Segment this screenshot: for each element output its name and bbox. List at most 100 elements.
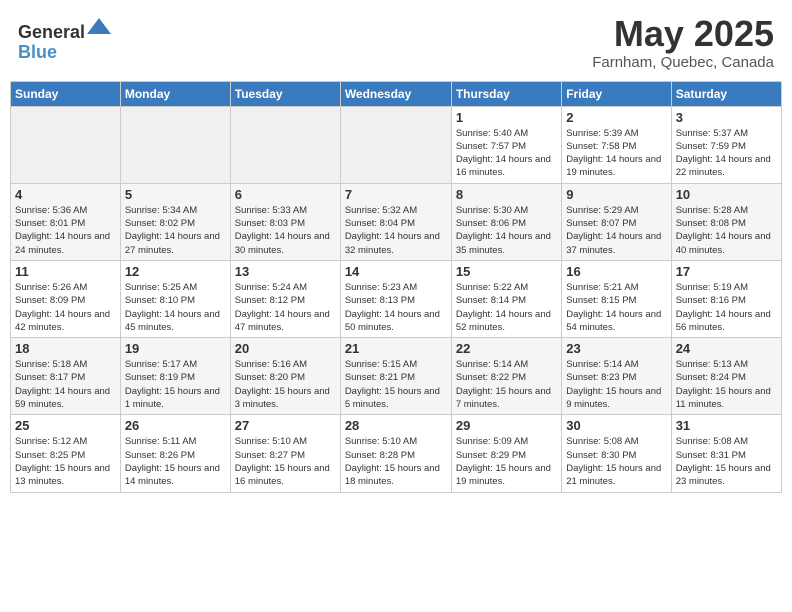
day-number: 13	[235, 264, 336, 279]
day-number: 11	[15, 264, 116, 279]
day-number: 10	[676, 187, 777, 202]
day-number: 28	[345, 418, 447, 433]
day-info: Sunrise: 5:10 AMSunset: 8:28 PMDaylight:…	[345, 435, 447, 488]
calendar-day-cell: 28 Sunrise: 5:10 AMSunset: 8:28 PMDayligh…	[340, 415, 451, 492]
day-number: 19	[125, 341, 226, 356]
calendar-week-row: 1 Sunrise: 5:40 AMSunset: 7:57 PMDaylight…	[11, 106, 782, 183]
day-info: Sunrise: 5:17 AMSunset: 8:19 PMDaylight:…	[125, 358, 226, 411]
day-info: Sunrise: 5:28 AMSunset: 8:08 PMDaylight:…	[676, 204, 777, 257]
calendar-day-cell: 6 Sunrise: 5:33 AMSunset: 8:03 PMDaylight…	[230, 183, 340, 260]
day-number: 15	[456, 264, 557, 279]
calendar-day-cell	[340, 106, 451, 183]
day-number: 6	[235, 187, 336, 202]
calendar-week-row: 11 Sunrise: 5:26 AMSunset: 8:09 PMDayligh…	[11, 260, 782, 337]
calendar-day-cell: 11 Sunrise: 5:26 AMSunset: 8:09 PMDayligh…	[11, 260, 121, 337]
day-info: Sunrise: 5:21 AMSunset: 8:15 PMDaylight:…	[566, 281, 666, 334]
day-number: 3	[676, 110, 777, 125]
calendar-day-cell: 5Sunrise: 5:34 AMSunset: 8:02 PMDaylight…	[120, 183, 230, 260]
day-info: Sunrise: 5:30 AMSunset: 8:06 PMDaylight:…	[456, 204, 557, 257]
day-info: Sunrise: 5:14 AMSunset: 8:22 PMDaylight:…	[456, 358, 557, 411]
page-header: General Blue May 2025 Farnham, Quebec, C…	[10, 10, 782, 75]
day-number: 2	[566, 110, 666, 125]
calendar-day-cell	[11, 106, 121, 183]
day-number: 21	[345, 341, 447, 356]
calendar-day-cell: 14 Sunrise: 5:23 AMSunset: 8:13 PMDayligh…	[340, 260, 451, 337]
day-info: Sunrise: 5:39 AMSunset: 7:58 PMDaylight:…	[566, 127, 666, 180]
calendar-day-cell: 31 Sunrise: 5:08 AMSunset: 8:31 PMDayligh…	[671, 415, 781, 492]
calendar-day-cell: 22Sunrise: 5:14 AMSunset: 8:22 PMDayligh…	[451, 338, 561, 415]
location-subtitle: Farnham, Quebec, Canada	[592, 54, 774, 71]
day-info: Sunrise: 5:33 AMSunset: 8:03 PMDaylight:…	[235, 204, 336, 257]
title-block: May 2025 Farnham, Quebec, Canada	[592, 14, 774, 71]
calendar-day-cell: 30Sunrise: 5:08 AMSunset: 8:30 PMDayligh…	[562, 415, 671, 492]
day-info: Sunrise: 5:08 AMSunset: 8:31 PMDaylight:…	[676, 435, 777, 488]
day-info: Sunrise: 5:14 AMSunset: 8:23 PMDaylight:…	[566, 358, 666, 411]
calendar-day-cell: 25Sunrise: 5:12 AMSunset: 8:25 PMDayligh…	[11, 415, 121, 492]
day-number: 17	[676, 264, 777, 279]
day-number: 29	[456, 418, 557, 433]
calendar-day-cell: 2 Sunrise: 5:39 AMSunset: 7:58 PMDaylight…	[562, 106, 671, 183]
day-info: Sunrise: 5:22 AMSunset: 8:14 PMDaylight:…	[456, 281, 557, 334]
calendar-day-cell: 1 Sunrise: 5:40 AMSunset: 7:57 PMDaylight…	[451, 106, 561, 183]
day-info: Sunrise: 5:13 AMSunset: 8:24 PMDaylight:…	[676, 358, 777, 411]
day-info: Sunrise: 5:23 AMSunset: 8:13 PMDaylight:…	[345, 281, 447, 334]
calendar-week-row: 18 Sunrise: 5:18 AMSunset: 8:17 PMDayligh…	[11, 338, 782, 415]
calendar-day-cell: 23 Sunrise: 5:14 AMSunset: 8:23 PMDayligh…	[562, 338, 671, 415]
weekday-header: Friday	[562, 81, 671, 106]
calendar-day-cell: 20Sunrise: 5:16 AMSunset: 8:20 PMDayligh…	[230, 338, 340, 415]
day-info: Sunrise: 5:26 AMSunset: 8:09 PMDaylight:…	[15, 281, 116, 334]
day-info: Sunrise: 5:36 AMSunset: 8:01 PMDaylight:…	[15, 204, 116, 257]
weekday-header: Thursday	[451, 81, 561, 106]
day-info: Sunrise: 5:09 AMSunset: 8:29 PMDaylight:…	[456, 435, 557, 488]
day-number: 14	[345, 264, 447, 279]
day-number: 20	[235, 341, 336, 356]
day-number: 9	[566, 187, 666, 202]
day-number: 27	[235, 418, 336, 433]
calendar-table: SundayMondayTuesdayWednesdayThursdayFrid…	[10, 81, 782, 493]
calendar-day-cell: 16 Sunrise: 5:21 AMSunset: 8:15 PMDayligh…	[562, 260, 671, 337]
day-number: 4	[15, 187, 116, 202]
weekday-header: Saturday	[671, 81, 781, 106]
weekday-header: Monday	[120, 81, 230, 106]
weekday-header-row: SundayMondayTuesdayWednesdayThursdayFrid…	[11, 81, 782, 106]
calendar-week-row: 25Sunrise: 5:12 AMSunset: 8:25 PMDayligh…	[11, 415, 782, 492]
calendar-day-cell: 18 Sunrise: 5:18 AMSunset: 8:17 PMDayligh…	[11, 338, 121, 415]
day-number: 8	[456, 187, 557, 202]
day-info: Sunrise: 5:24 AMSunset: 8:12 PMDaylight:…	[235, 281, 336, 334]
day-number: 18	[15, 341, 116, 356]
day-info: Sunrise: 5:29 AMSunset: 8:07 PMDaylight:…	[566, 204, 666, 257]
day-info: Sunrise: 5:18 AMSunset: 8:17 PMDaylight:…	[15, 358, 116, 411]
day-number: 16	[566, 264, 666, 279]
calendar-day-cell: 3Sunrise: 5:37 AMSunset: 7:59 PMDaylight…	[671, 106, 781, 183]
day-info: Sunrise: 5:08 AMSunset: 8:30 PMDaylight:…	[566, 435, 666, 488]
day-number: 31	[676, 418, 777, 433]
calendar-day-cell: 10 Sunrise: 5:28 AMSunset: 8:08 PMDayligh…	[671, 183, 781, 260]
weekday-header: Sunday	[11, 81, 121, 106]
day-number: 1	[456, 110, 557, 125]
calendar-day-cell: 15 Sunrise: 5:22 AMSunset: 8:14 PMDayligh…	[451, 260, 561, 337]
day-info: Sunrise: 5:32 AMSunset: 8:04 PMDaylight:…	[345, 204, 447, 257]
day-info: Sunrise: 5:40 AMSunset: 7:57 PMDaylight:…	[456, 127, 557, 180]
weekday-header: Wednesday	[340, 81, 451, 106]
month-title: May 2025	[592, 14, 774, 54]
day-number: 12	[125, 264, 226, 279]
calendar-day-cell: 26 Sunrise: 5:11 AMSunset: 8:26 PMDayligh…	[120, 415, 230, 492]
day-number: 26	[125, 418, 226, 433]
calendar-day-cell: 27 Sunrise: 5:10 AMSunset: 8:27 PMDayligh…	[230, 415, 340, 492]
calendar-day-cell: 9 Sunrise: 5:29 AMSunset: 8:07 PMDaylight…	[562, 183, 671, 260]
calendar-day-cell: 4 Sunrise: 5:36 AMSunset: 8:01 PMDaylight…	[11, 183, 121, 260]
day-number: 5	[125, 187, 226, 202]
calendar-day-cell: 8 Sunrise: 5:30 AMSunset: 8:06 PMDaylight…	[451, 183, 561, 260]
logo-blue: Blue	[18, 42, 57, 62]
calendar-day-cell	[230, 106, 340, 183]
calendar-day-cell: 17Sunrise: 5:19 AMSunset: 8:16 PMDayligh…	[671, 260, 781, 337]
day-number: 23	[566, 341, 666, 356]
logo-icon	[87, 14, 111, 38]
day-info: Sunrise: 5:15 AMSunset: 8:21 PMDaylight:…	[345, 358, 447, 411]
day-info: Sunrise: 5:10 AMSunset: 8:27 PMDaylight:…	[235, 435, 336, 488]
calendar-day-cell: 29 Sunrise: 5:09 AMSunset: 8:29 PMDayligh…	[451, 415, 561, 492]
calendar-day-cell: 24Sunrise: 5:13 AMSunset: 8:24 PMDayligh…	[671, 338, 781, 415]
logo-general: General	[18, 22, 85, 42]
day-info: Sunrise: 5:11 AMSunset: 8:26 PMDaylight:…	[125, 435, 226, 488]
calendar-day-cell: 13 Sunrise: 5:24 AMSunset: 8:12 PMDayligh…	[230, 260, 340, 337]
